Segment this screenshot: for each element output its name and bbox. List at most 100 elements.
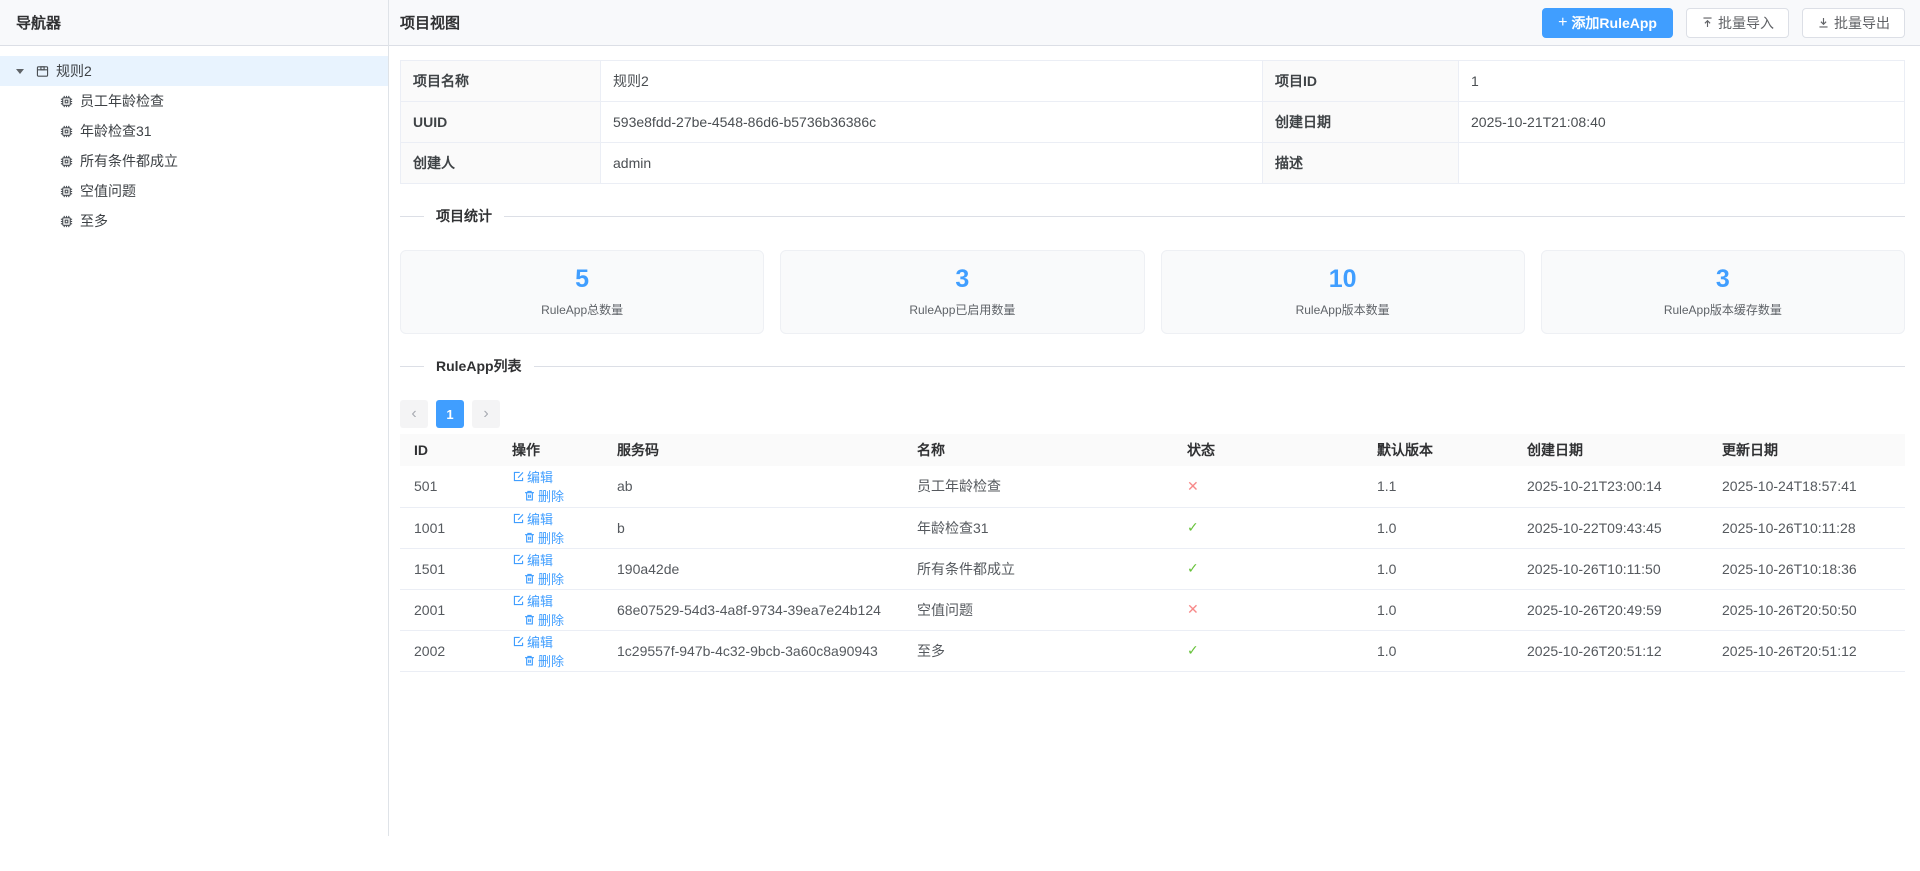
trash-icon <box>523 654 536 667</box>
cell-actions: 编辑 删除 <box>500 630 605 671</box>
tree-node-label: 规则2 <box>56 61 92 81</box>
cell-name: 至多 <box>905 630 1175 671</box>
cell-status <box>1175 507 1365 548</box>
trash-icon <box>523 572 536 585</box>
next-page-button[interactable]: › <box>472 400 500 428</box>
detail-value <box>1459 143 1905 184</box>
delete-link[interactable]: 删除 <box>523 486 564 505</box>
batch-import-button[interactable]: 批量导入 <box>1686 8 1789 38</box>
detail-row: 项目名称 规则2 项目ID 1 <box>401 61 1905 102</box>
tree-node-ruleapp[interactable]: 员工年龄检查 <box>0 86 388 116</box>
caret-down-icon[interactable] <box>14 65 26 77</box>
project-details-table: 项目名称 规则2 项目ID 1 UUID 593e8fdd-27be-4548-… <box>400 60 1905 184</box>
cell-service-code: 68e07529-54d3-4a8f-9734-39ea7e24b124 <box>605 589 905 630</box>
navigator-title: 导航器 <box>16 12 61 33</box>
cell-status <box>1175 589 1365 630</box>
cell-status <box>1175 548 1365 589</box>
col-id: ID <box>400 434 500 466</box>
tree-node-ruleapp[interactable]: 空值问题 <box>0 176 388 206</box>
table-row: 2002 编辑 删除 1c29557f-947b-4c32-9bcb-3a60c… <box>400 630 1905 671</box>
tree-node-project[interactable]: 规则2 <box>0 56 388 86</box>
cell-id: 1001 <box>400 507 500 548</box>
page-title: 项目视图 <box>400 12 460 33</box>
trash-icon <box>523 613 536 626</box>
col-created: 创建日期 <box>1515 434 1710 466</box>
edit-icon <box>512 512 525 525</box>
tree-node-label: 员工年龄检查 <box>80 91 164 111</box>
col-updated: 更新日期 <box>1710 434 1905 466</box>
tree-node-ruleapp[interactable]: 至多 <box>0 206 388 236</box>
batch-export-button[interactable]: 批量导出 <box>1802 8 1905 38</box>
cell-created: 2025-10-22T09:43:45 <box>1515 507 1710 548</box>
table-row: 1001 编辑 删除 b 年龄检查31 1.0 2025-10-22T09:43… <box>400 507 1905 548</box>
edit-link[interactable]: 编辑 <box>512 550 553 569</box>
detail-label: 创建人 <box>401 143 601 184</box>
cell-service-code: ab <box>605 466 905 507</box>
detail-row: UUID 593e8fdd-27be-4548-86d6-b5736b36386… <box>401 102 1905 143</box>
cell-name: 年龄检查31 <box>905 507 1175 548</box>
stat-cards: 5 RuleApp总数量 3 RuleApp已启用数量 10 RuleApp版本… <box>400 250 1905 334</box>
divider-line <box>534 366 1905 367</box>
cell-created: 2025-10-21T23:00:14 <box>1515 466 1710 507</box>
delete-link[interactable]: 删除 <box>523 610 564 629</box>
edit-link[interactable]: 编辑 <box>512 632 553 651</box>
col-service-code: 服务码 <box>605 434 905 466</box>
table-row: 2001 编辑 删除 68e07529-54d3-4a8f-9734-39ea7… <box>400 589 1905 630</box>
ruleapp-table: ID 操作 服务码 名称 状态 默认版本 创建日期 更新日期 501 编辑 <box>400 434 1905 672</box>
edit-link[interactable]: 编辑 <box>512 591 553 610</box>
add-ruleapp-button[interactable]: +添加RuleApp <box>1542 8 1673 38</box>
cell-id: 1501 <box>400 548 500 589</box>
cell-id: 2002 <box>400 630 500 671</box>
list-section-title: RuleApp列表 <box>424 356 534 376</box>
cell-status <box>1175 466 1365 507</box>
detail-value: 593e8fdd-27be-4548-86d6-b5736b36386c <box>601 102 1263 143</box>
cell-id: 2001 <box>400 589 500 630</box>
navigator-header: 导航器 <box>0 0 388 46</box>
project-view-content: 项目名称 规则2 项目ID 1 UUID 593e8fdd-27be-4548-… <box>389 46 1920 672</box>
cell-actions: 编辑 删除 <box>500 548 605 589</box>
status-icon <box>1187 601 1199 617</box>
delete-link[interactable]: 删除 <box>523 528 564 547</box>
detail-label: 创建日期 <box>1263 102 1459 143</box>
delete-link[interactable]: 删除 <box>523 569 564 588</box>
col-name: 名称 <box>905 434 1175 466</box>
prev-page-button[interactable]: ‹ <box>400 400 428 428</box>
page-number-button[interactable]: 1 <box>436 400 464 428</box>
stat-value: 10 <box>1329 266 1357 294</box>
detail-label: UUID <box>401 102 601 143</box>
header-actions: +添加RuleApp 批量导入 <box>1542 8 1905 38</box>
stat-label: RuleApp总数量 <box>541 301 623 318</box>
stat-label: RuleApp版本缓存数量 <box>1664 301 1782 318</box>
tree-node-ruleapp[interactable]: 所有条件都成立 <box>0 146 388 176</box>
cell-name: 空值问题 <box>905 589 1175 630</box>
app-frame: 导航器 规则2 <box>0 0 1920 836</box>
delete-link[interactable]: 删除 <box>523 651 564 670</box>
table-row: 501 编辑 删除 ab 员工年龄检查 1.1 2025-10-21T23:00… <box>400 466 1905 507</box>
tree-node-ruleapp[interactable]: 年龄检查31 <box>0 116 388 146</box>
navigator-sidebar: 导航器 规则2 <box>0 0 389 836</box>
export-icon <box>1817 16 1830 29</box>
tree-node-label: 年龄检查31 <box>80 121 152 141</box>
cell-service-code: 1c29557f-947b-4c32-9bcb-3a60c8a90943 <box>605 630 905 671</box>
detail-label: 项目ID <box>1263 61 1459 102</box>
import-icon <box>1701 16 1714 29</box>
cell-version: 1.0 <box>1365 548 1515 589</box>
divider-line <box>400 366 424 367</box>
cell-version: 1.0 <box>1365 507 1515 548</box>
pagination: ‹ 1 › <box>400 400 1905 428</box>
detail-value: 规则2 <box>601 61 1263 102</box>
cell-name: 员工年龄检查 <box>905 466 1175 507</box>
col-default-version: 默认版本 <box>1365 434 1515 466</box>
chip-icon <box>59 124 74 139</box>
plus-icon: + <box>1558 15 1567 31</box>
cell-created: 2025-10-26T20:51:12 <box>1515 630 1710 671</box>
edit-link[interactable]: 编辑 <box>512 467 553 486</box>
status-icon <box>1187 642 1199 658</box>
cell-name: 所有条件都成立 <box>905 548 1175 589</box>
detail-value: 1 <box>1459 61 1905 102</box>
edit-link[interactable]: 编辑 <box>512 509 553 528</box>
cell-id: 501 <box>400 466 500 507</box>
tree-node-label: 空值问题 <box>80 181 136 201</box>
cell-updated: 2025-10-26T10:18:36 <box>1710 548 1905 589</box>
tree-node-label: 所有条件都成立 <box>80 151 178 171</box>
